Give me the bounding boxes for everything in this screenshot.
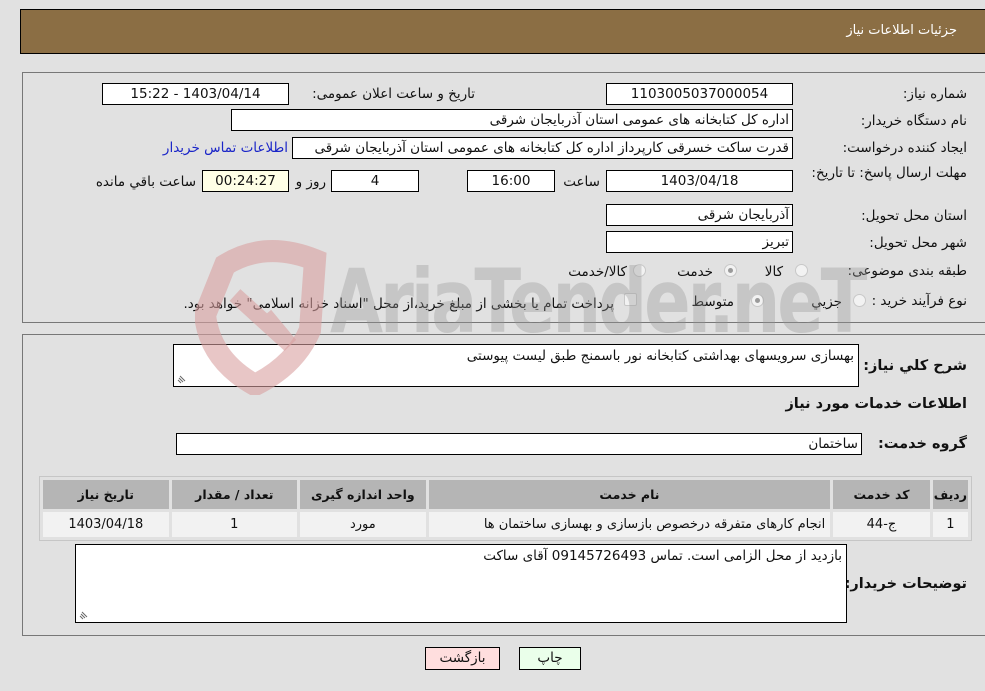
deadline-date-field: 1403/04/18 [606, 170, 793, 192]
table-row: 1 ج-44 انجام کارهای متفرقه درخصوص بازساز… [43, 512, 968, 537]
col-header-name: نام خدمت [428, 480, 831, 509]
purchase-type-label: نوع فرآیند خرید : [871, 293, 967, 309]
resize-grip-icon[interactable] [79, 610, 89, 620]
remaining-time-label: ساعت باقي مانده [95, 174, 196, 190]
cell-code: ج-44 [833, 512, 930, 537]
category-option-service: خدمت [677, 264, 713, 280]
col-header-unit: واحد اندازه گیری [300, 480, 426, 509]
requester-field: قدرت ساکت خسرقی کارپرداز اداره کل کتابخا… [292, 137, 793, 159]
buyer-org-field: اداره کل کتابخانه های عمومی استان آذربای… [231, 109, 793, 131]
category-option-goods: کالا [764, 264, 783, 280]
buyer-notes-textarea[interactable]: بازدید از محل الزامی است. تماس 091457264… [75, 544, 847, 623]
category-option-goods-service: کالا/خدمت [568, 264, 627, 280]
back-button[interactable]: بازگشت [425, 647, 500, 670]
service-group-label: گروه خدمت: [877, 436, 967, 452]
purchase-radio-minor[interactable] [853, 294, 866, 307]
col-header-date: تاریخ نیاز [43, 480, 169, 509]
col-header-code: کد خدمت [833, 480, 930, 509]
delivery-province-label: استان محل تحویل: [861, 208, 967, 224]
services-table: ردیف کد خدمت نام خدمت واحد اندازه گیری ت… [39, 476, 972, 541]
cell-name: انجام کارهای متفرقه درخصوص بازسازی و بهس… [428, 512, 831, 537]
treasury-checkbox[interactable] [624, 293, 637, 306]
summary-text: بهسازی سرویسهای بهداشتی کتابخانه نور باس… [466, 348, 854, 364]
remaining-days-field: 4 [331, 170, 419, 192]
need-number-label: شماره نیاز: [902, 86, 967, 102]
print-button[interactable]: چاپ [519, 647, 581, 670]
buyer-notes-label: توضیحات خریدار: [844, 576, 967, 592]
days-label: روز و [295, 174, 326, 190]
remaining-time-field: 00:24:27 [202, 170, 289, 192]
announce-datetime-field: 1403/04/14 - 15:22 [102, 83, 289, 105]
summary-textarea[interactable]: بهسازی سرویسهای بهداشتی کتابخانه نور باس… [173, 344, 859, 387]
purchase-option-medium: متوسط [691, 294, 734, 310]
page-title: جزئیات اطلاعات نیاز [846, 23, 957, 38]
service-group-field: ساختمان [176, 433, 862, 455]
purchase-radio-medium[interactable] [751, 294, 764, 307]
table-header-row: ردیف کد خدمت نام خدمت واحد اندازه گیری ت… [43, 480, 968, 509]
buyer-contact-link[interactable]: اطلاعات تماس خریدار [163, 140, 288, 156]
services-heading: اطلاعات خدمات مورد نیاز [785, 396, 967, 412]
cell-date: 1403/04/18 [43, 512, 169, 537]
buyer-org-label: نام دستگاه خریدار: [860, 113, 967, 129]
summary-label: شرح کلي نياز: [863, 358, 967, 374]
treasury-checkbox-label: پرداخت تمام یا بخشی از مبلغ خرید،از محل … [183, 296, 614, 312]
cell-row: 1 [932, 512, 968, 537]
col-header-row: ردیف [932, 480, 968, 509]
category-radio-goods[interactable] [795, 264, 808, 277]
col-header-qty: تعداد / مقدار [171, 480, 298, 509]
delivery-city-field: تبریز [606, 231, 793, 253]
cell-qty: 1 [171, 512, 298, 537]
delivery-city-label: شهر محل تحویل: [869, 235, 967, 251]
category-label: طبقه بندی موضوعی: [847, 263, 967, 279]
deadline-time-field: 16:00 [467, 170, 555, 192]
page-header: جزئیات اطلاعات نیاز [20, 9, 985, 54]
purchase-option-minor: جزيي [811, 294, 842, 310]
buyer-notes-text: بازدید از محل الزامی است. تماس 091457264… [483, 548, 842, 564]
category-radio-service[interactable] [724, 264, 737, 277]
resize-grip-icon[interactable] [177, 374, 187, 384]
deadline-label: مهلت ارسال پاسخ: تا تاریخ: [811, 165, 967, 181]
cell-unit: مورد [300, 512, 426, 537]
category-radio-goods-service[interactable] [633, 264, 646, 277]
need-number-field: 1103005037000054 [606, 83, 793, 105]
announce-datetime-label: تاریخ و ساعت اعلان عمومی: [312, 86, 475, 102]
deadline-time-label: ساعت [563, 174, 600, 190]
delivery-province-field: آذربایجان شرقی [606, 204, 793, 226]
requester-label: ایجاد کننده درخواست: [842, 140, 967, 156]
